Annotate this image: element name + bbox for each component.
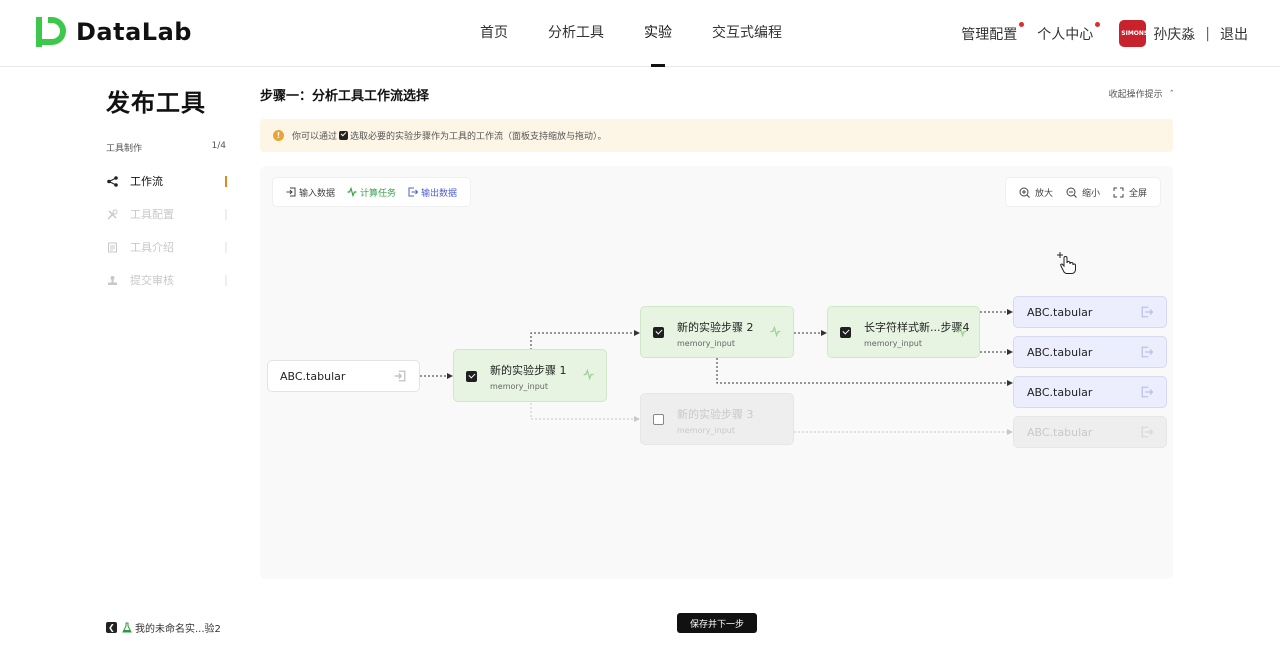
output-node-label: ABC.tabular — [1027, 385, 1093, 399]
output-node-label: ABC.tabular — [1027, 305, 1093, 319]
input-data-icon — [394, 370, 406, 382]
task-node-name: 新的实验步骤 2 — [677, 321, 754, 334]
task-node-sub: memory_input — [864, 339, 923, 348]
output-node-1[interactable]: ABC.tabular — [1013, 296, 1167, 328]
output-node-label: ABC.tabular — [1027, 345, 1093, 359]
task-node-sub: memory_input — [677, 339, 736, 348]
step2-checkbox[interactable] — [653, 327, 664, 338]
task-node-name: 新的实验步骤 1 — [490, 364, 567, 377]
edge-step1-step2 — [530, 330, 640, 350]
hand-cursor-icon — [1057, 252, 1076, 274]
output-data-icon — [1141, 426, 1153, 438]
task-node-step3[interactable]: 新的实验步骤 3 memory_input — [640, 393, 794, 445]
step1-checkbox[interactable] — [466, 371, 477, 382]
task-node-step2[interactable]: 新的实验步骤 2 memory_input — [640, 306, 794, 358]
compute-task-icon — [583, 369, 594, 380]
task-node-sub: memory_input — [490, 382, 549, 391]
task-node-step1[interactable]: 新的实验步骤 1 memory_input — [453, 349, 607, 402]
task-node-name: 新的实验步骤 3 — [677, 408, 754, 421]
save-next-button[interactable]: 保存并下一步 — [677, 613, 757, 633]
edge-step2-out3 — [716, 358, 1013, 386]
output-node-2[interactable]: ABC.tabular — [1013, 336, 1167, 368]
step4-checkbox[interactable] — [840, 327, 851, 338]
output-data-icon — [1141, 386, 1153, 398]
output-node-4[interactable]: ABC.tabular — [1013, 416, 1167, 448]
output-node-label: ABC.tabular — [1027, 425, 1093, 439]
input-node-label: ABC.tabular — [280, 369, 346, 383]
task-node-name: 长字符样式新...步骤4 — [864, 321, 970, 334]
edge-step1-step3 — [530, 403, 640, 422]
output-data-icon — [1141, 346, 1153, 358]
output-node-3[interactable]: ABC.tabular — [1013, 376, 1167, 408]
step3-checkbox[interactable] — [653, 414, 664, 425]
compute-task-icon — [956, 326, 967, 337]
task-node-step4[interactable]: 长字符样式新...步骤4 memory_input — [827, 306, 980, 358]
task-node-sub: memory_input — [677, 426, 736, 435]
compute-task-icon — [770, 326, 781, 337]
input-node[interactable]: ABC.tabular — [267, 360, 420, 392]
output-data-icon — [1141, 306, 1153, 318]
